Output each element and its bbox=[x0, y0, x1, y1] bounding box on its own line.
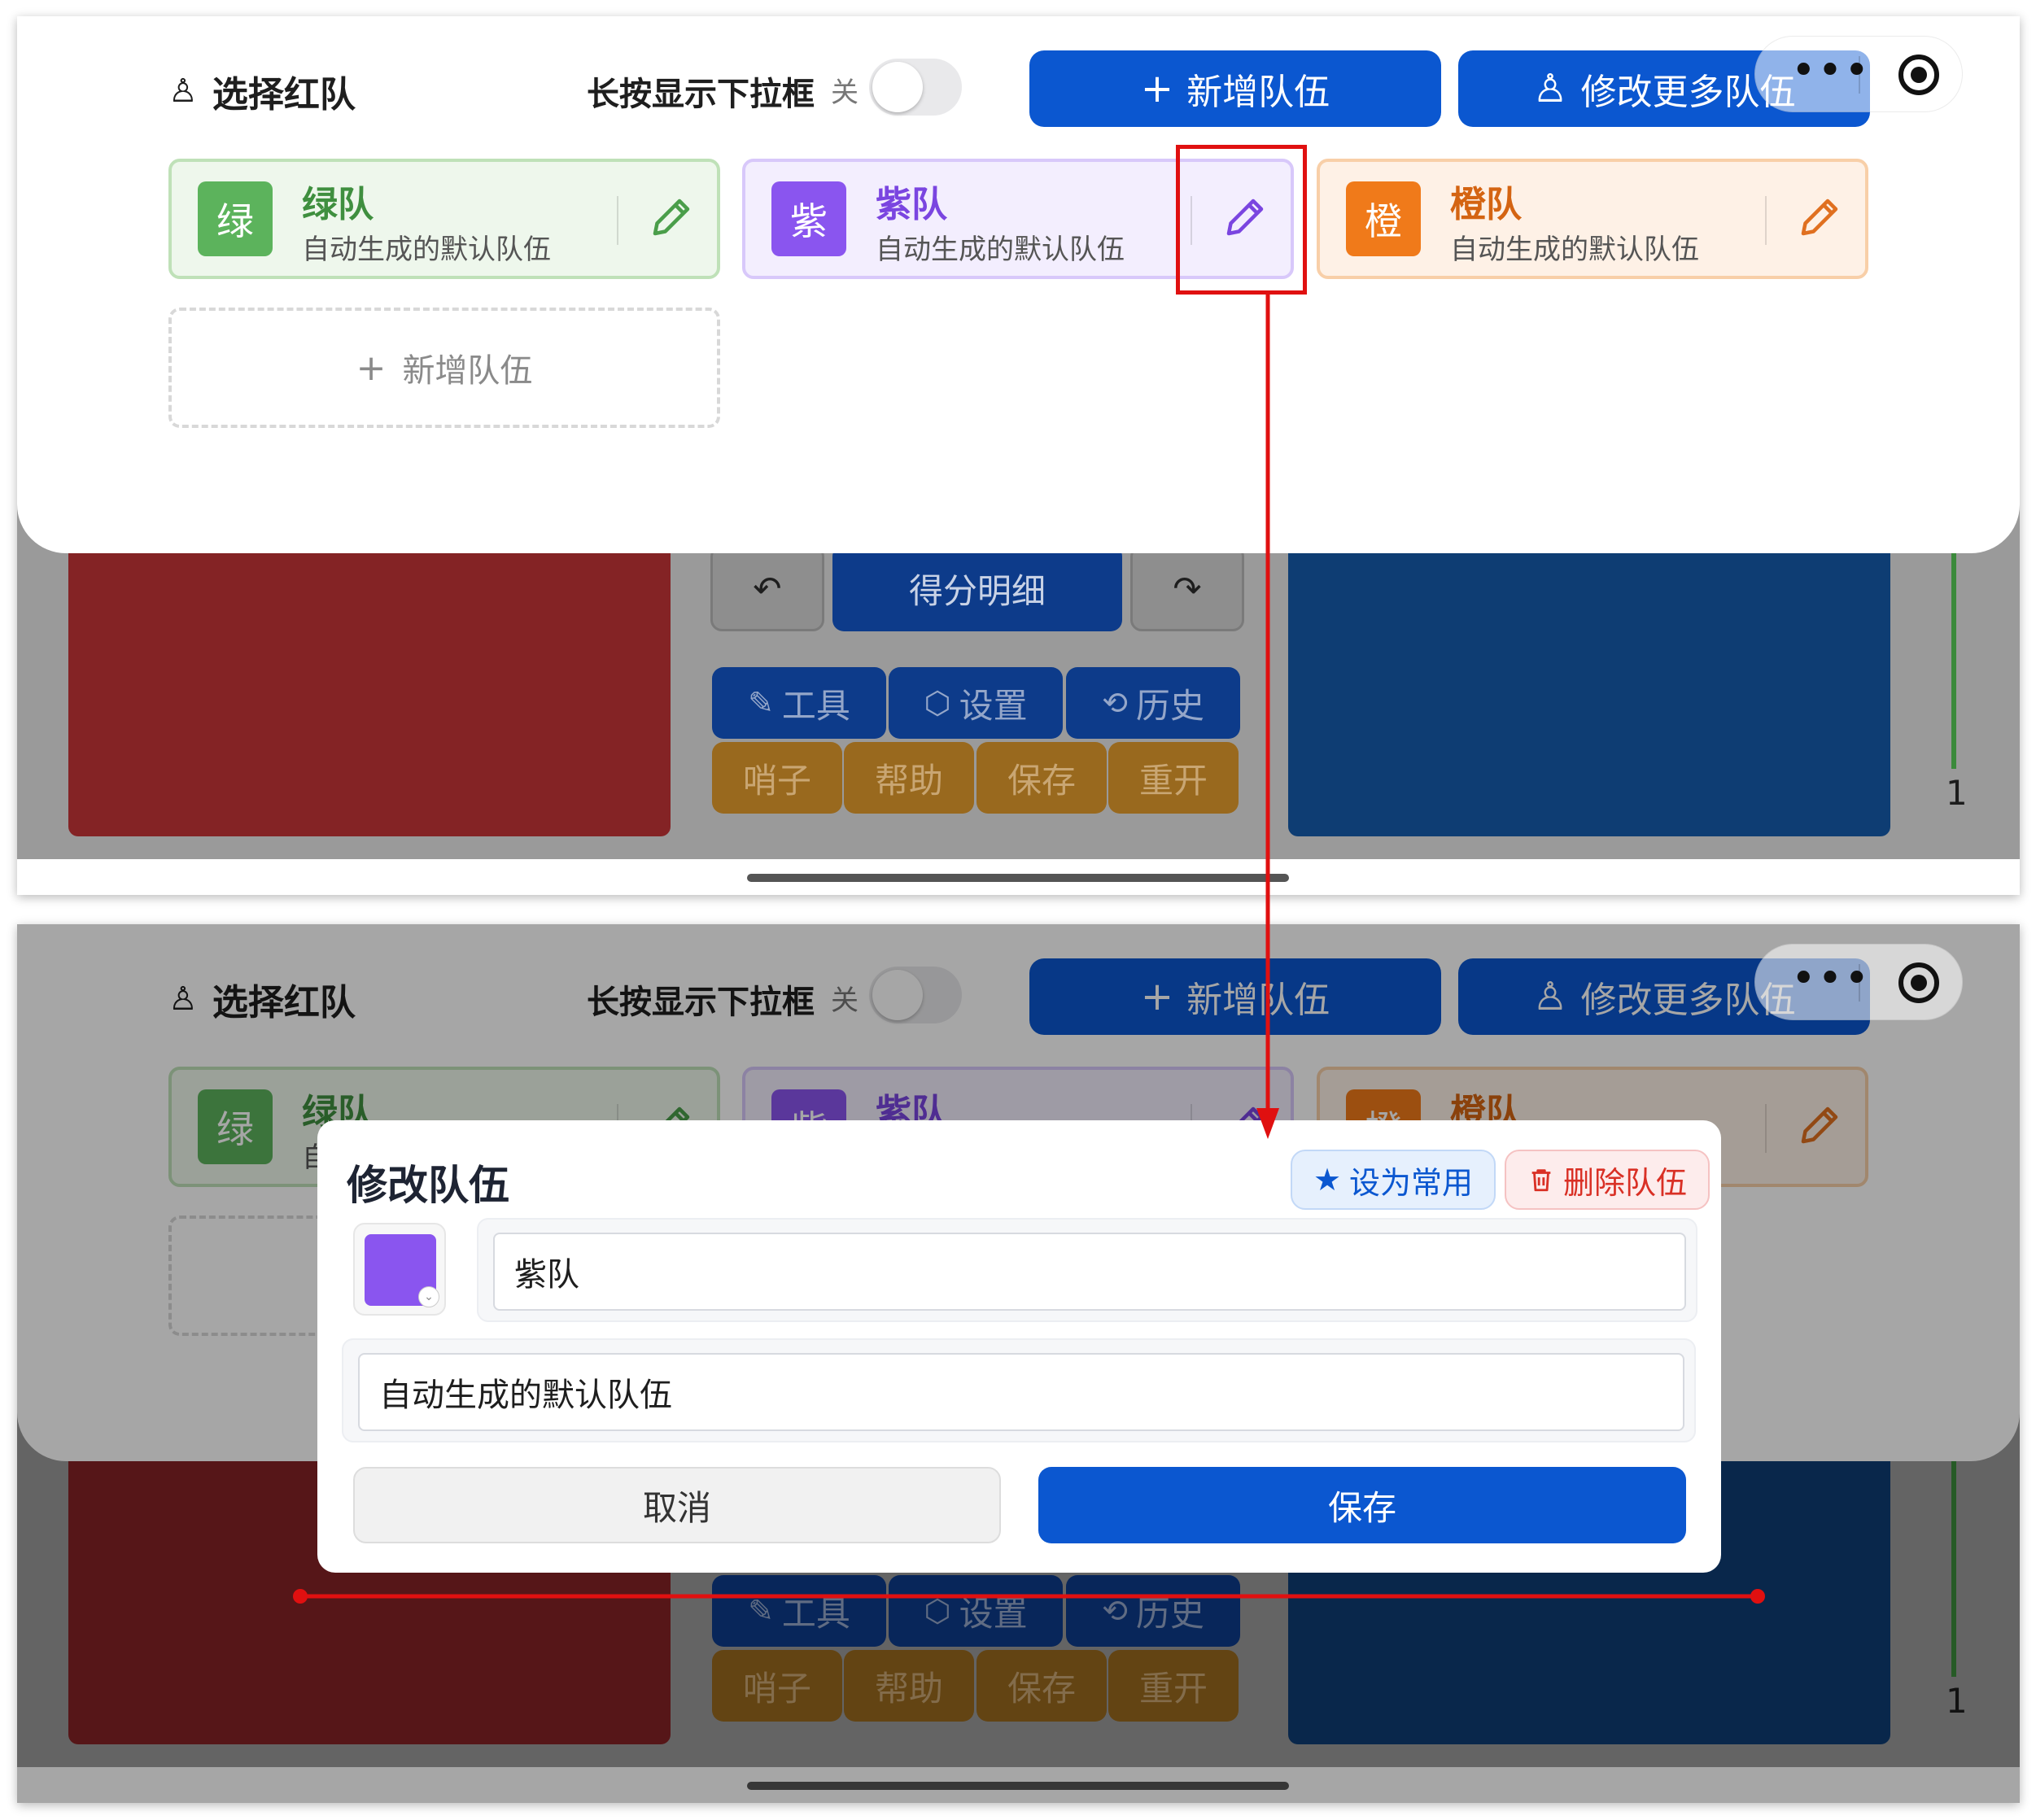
close-target-icon[interactable] bbox=[1898, 55, 1939, 95]
help-label: 帮助 bbox=[874, 760, 943, 801]
team-card-orange[interactable]: 橙 橙队 自动生成的默认队伍 bbox=[1317, 159, 1868, 279]
whistle-label: 哨子 bbox=[742, 760, 811, 801]
team-name: 紫队 bbox=[876, 184, 947, 225]
divider bbox=[1765, 196, 1767, 245]
save-game-label: 保存 bbox=[1007, 760, 1076, 801]
team-desc: 自动生成的默认队伍 bbox=[1450, 234, 1699, 266]
plus-icon: + bbox=[1140, 66, 1174, 111]
side-number: 1 bbox=[1946, 773, 1968, 813]
undo-icon: ↶ bbox=[753, 568, 782, 609]
capsule-divider bbox=[1859, 964, 1860, 1002]
mini-program-capsule: ••• bbox=[1754, 36, 1963, 112]
help-button[interactable]: 帮助 bbox=[844, 742, 974, 814]
add-card-label: 新增队伍 bbox=[402, 352, 533, 390]
undo-button[interactable]: ↶ bbox=[710, 545, 824, 631]
team-desc-input[interactable] bbox=[358, 1353, 1684, 1431]
name-field-wrap bbox=[477, 1218, 1697, 1322]
users-icon: ♙ bbox=[1532, 66, 1568, 111]
long-press-toggle[interactable] bbox=[869, 59, 962, 116]
team-desc: 自动生成的默认队伍 bbox=[302, 234, 551, 266]
annotated-screenshot-pair: 5 0 1 ↶ 得分明细 ↷ ✎工具 ⬡设置 ⟲历史 哨子 帮助 保存 重开 ♙… bbox=[0, 0, 2036, 1820]
divider bbox=[617, 196, 618, 245]
long-press-state: 关 bbox=[831, 76, 859, 109]
history-button[interactable]: ⟲ 历史 bbox=[1066, 667, 1240, 739]
redo-icon: ↷ bbox=[1173, 568, 1202, 609]
capsule-divider bbox=[1859, 56, 1860, 94]
home-indicator[interactable] bbox=[747, 874, 1289, 882]
screenshot-after: 5 0 1 ↶ 得分明细 ↷ ✎工具 ⬡设置 ⟲历史 哨子 帮助 保存 重开 ♙… bbox=[17, 924, 2020, 1803]
whistle-button[interactable]: 哨子 bbox=[712, 742, 842, 814]
settings-button[interactable]: ⬡ 设置 bbox=[889, 667, 1063, 739]
highlight-box bbox=[1176, 145, 1307, 295]
select-team-text: 选择红队 bbox=[212, 74, 356, 116]
add-team-card[interactable]: + 新增队伍 bbox=[168, 308, 720, 428]
desc-field-wrap bbox=[342, 1338, 1696, 1442]
team-name-input[interactable] bbox=[493, 1233, 1686, 1311]
trash-icon bbox=[1531, 1169, 1551, 1192]
favorite-label: 设为常用 bbox=[1349, 1164, 1474, 1201]
toggle-knob bbox=[872, 62, 923, 112]
set-favorite-button[interactable]: ★ 设为常用 bbox=[1291, 1150, 1496, 1210]
pencil-icon[interactable] bbox=[647, 193, 696, 242]
edit-team-dialog: 修改队伍 ★设为常用 删除队伍 ⌄ 取消 保存 bbox=[317, 1120, 1721, 1573]
delete-label: 删除队伍 bbox=[1562, 1164, 1687, 1201]
close-target-icon[interactable] bbox=[1898, 962, 1939, 1003]
restart-button[interactable]: 重开 bbox=[1108, 742, 1239, 814]
add-team-button[interactable]: + 新增队伍 bbox=[1029, 50, 1441, 127]
restart-label: 重开 bbox=[1138, 760, 1208, 801]
team-badge: 紫 bbox=[771, 181, 846, 256]
team-badge: 橙 bbox=[1346, 181, 1421, 256]
mini-program-capsule: ••• bbox=[1754, 944, 1963, 1020]
team-name: 绿队 bbox=[302, 184, 374, 225]
long-press-label: 长按显示下拉框 bbox=[587, 76, 815, 113]
add-team-label: 新增队伍 bbox=[1186, 72, 1330, 113]
history-icon: ⟲ bbox=[1102, 685, 1128, 721]
tools-button[interactable]: ✎ 工具 bbox=[712, 667, 886, 739]
team-name: 橙队 bbox=[1450, 184, 1522, 225]
user-icon: ♙ bbox=[168, 72, 198, 110]
cancel-button[interactable]: 取消 bbox=[353, 1467, 1001, 1543]
team-badge: 绿 bbox=[198, 181, 273, 256]
team-card-green[interactable]: 绿 绿队 自动生成的默认队伍 bbox=[168, 159, 720, 279]
plus-icon: + bbox=[356, 347, 387, 389]
redo-button[interactable]: ↷ bbox=[1130, 545, 1244, 631]
name-row: ⌄ bbox=[342, 1218, 1697, 1322]
team-desc: 自动生成的默认队伍 bbox=[876, 234, 1125, 266]
color-picker[interactable]: ⌄ bbox=[353, 1223, 446, 1316]
save-button[interactable]: 保存 bbox=[1038, 1467, 1686, 1543]
score-detail-label: 得分明细 bbox=[908, 570, 1046, 611]
delete-team-button[interactable]: 删除队伍 bbox=[1505, 1150, 1710, 1210]
wrench-icon: ✎ bbox=[748, 685, 774, 721]
save-game-button[interactable]: 保存 bbox=[976, 742, 1107, 814]
settings-label: 设置 bbox=[959, 685, 1028, 726]
team-select-sheet: ♙选择红队 长按显示下拉框 关 +新增队伍 ♙修改更多队伍 绿 绿队 自动生成的… bbox=[17, 16, 2020, 553]
history-label: 历史 bbox=[1135, 685, 1204, 726]
score-detail-button[interactable]: 得分明细 bbox=[832, 545, 1122, 631]
hex-gear-icon: ⬡ bbox=[924, 685, 951, 721]
select-team-label: ♙ 选择红队 bbox=[168, 65, 356, 117]
pencil-icon[interactable] bbox=[1795, 193, 1844, 242]
tools-label: 工具 bbox=[781, 685, 850, 726]
screenshot-before: 5 0 1 ↶ 得分明细 ↷ ✎工具 ⬡设置 ⟲历史 哨子 帮助 保存 重开 ♙… bbox=[17, 16, 2020, 895]
chevron-down-icon: ⌄ bbox=[418, 1286, 439, 1307]
dialog-title: 修改队伍 bbox=[347, 1162, 509, 1209]
star-icon: ★ bbox=[1313, 1162, 1342, 1198]
